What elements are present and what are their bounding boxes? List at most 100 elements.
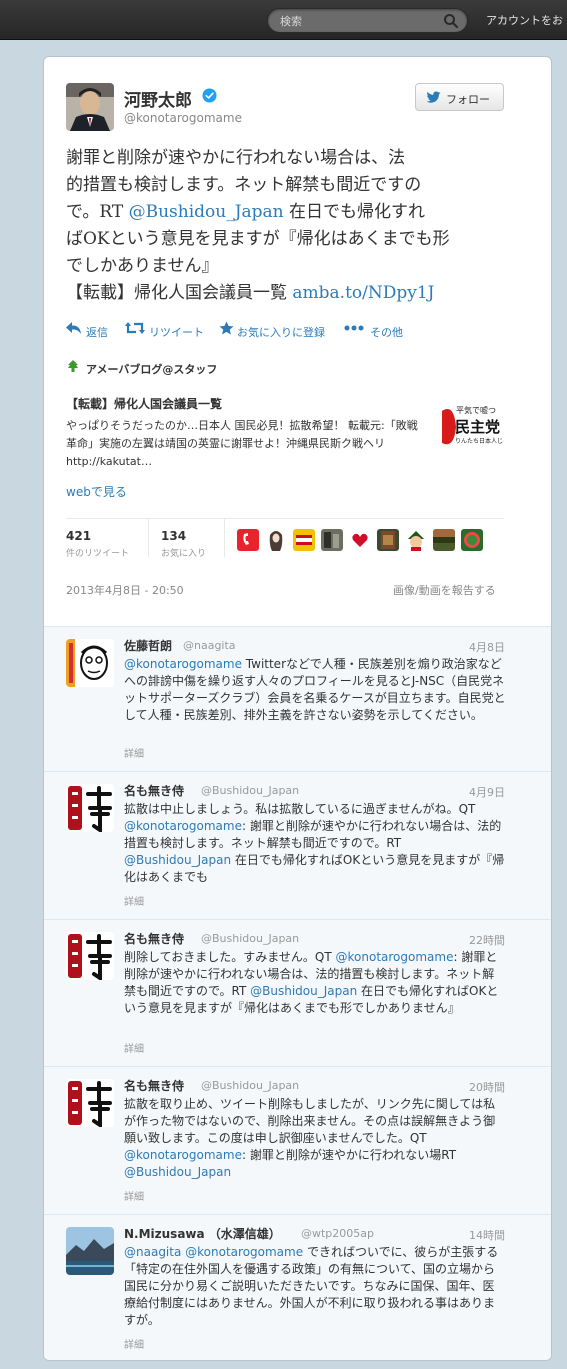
favoriter-avatar[interactable] [349,529,371,551]
reply-details-link[interactable]: 詳細 [124,745,144,760]
reply-timestamp[interactable]: 14時間 [469,1227,505,1243]
reply-label: 返信 [86,326,108,339]
retweet-action[interactable]: リツイート [125,321,215,339]
favoriter-avatar[interactable] [377,529,399,551]
reply-text-segment: 削除しておきました。すみません。QT [124,950,336,964]
star-icon [219,321,234,335]
mention-link[interactable]: @Bushidou_Japan [124,1165,231,1179]
reply-author-name[interactable]: N.Mizusawa （水澤信雄） [124,1225,281,1242]
reply-text: @naagita @konotarogomame できればついでに、彼らが主張す… [124,1244,506,1329]
author-avatar[interactable] [66,83,114,131]
follow-button-label: フォロー [446,93,490,106]
reply-details-link[interactable]: 詳細 [124,1040,144,1055]
reply-author-handle[interactable]: @wtp2005ap [301,1227,374,1240]
reply-item[interactable]: 名も無き侍 @Bushidou_Japan 22時間 削除しておきました。すみま… [44,920,551,1067]
author-name[interactable]: 河野太郎 [124,86,192,111]
tweet-text-line: ばOKという意見を見ますが『帰化はあくまでも形 [66,229,450,249]
tweet-text-segment: 在日でも帰化すれ [283,202,426,222]
svg-text:平気で嘘つ: 平気で嘘つ [456,405,496,415]
reply-text: 削除しておきました。すみません。QT @konotarogomame: 謝罪と削… [124,949,506,1017]
reply-action[interactable]: 返信 [66,321,121,339]
reply-text-segment: : 謝罪と削除が速やかに行われない場RT [241,1148,457,1162]
reply-author-handle[interactable]: @Bushidou_Japan [201,784,299,797]
reply-item[interactable]: N.Mizusawa （水澤信雄） @wtp2005ap 14時間 @naagi… [44,1215,551,1360]
mention-link[interactable]: @konotarogomame [124,1148,242,1162]
favoriter-avatar[interactable] [461,529,483,551]
reply-details-link[interactable]: 詳細 [124,1188,144,1203]
reply-author-handle[interactable]: @naagita [183,639,236,652]
account-link[interactable]: アカウントをお [486,12,563,28]
mention-link[interactable]: @Bushidou_Japan [129,202,284,222]
tweet-text: 謝罪と削除が速やかに行われない場合は、法 的措置も検討します。ネット解禁も間近で… [66,145,536,307]
favorite-action[interactable]: お気に入りに登録 [219,321,337,339]
favoriter-avatar[interactable] [321,529,343,551]
author-handle[interactable]: @konotarogomame [124,111,242,125]
mention-link[interactable]: @konotarogomame [124,819,242,833]
reply-author-name[interactable]: 名も無き侍 [124,782,184,799]
mention-link[interactable]: @konotarogomame [336,950,454,964]
retweet-count: 421 [66,529,92,543]
mention-link[interactable]: @Bushidou_Japan [124,853,231,867]
more-action[interactable]: その他 [344,321,408,339]
favoriter-avatar[interactable] [405,529,427,551]
favoriter-avatar[interactable] [237,529,259,551]
reply-avatar[interactable] [66,639,114,687]
favorite-count: 134 [161,529,187,543]
reply-item[interactable]: 名も無き侍 @Bushidou_Japan 4月9日 拡散は中止しましょう。私は… [44,772,551,920]
view-on-web-link[interactable]: webで見る [66,483,127,500]
reply-author-name[interactable]: 名も無き侍 [124,930,184,947]
reply-timestamp[interactable]: 20時間 [469,1079,505,1095]
more-label: その他 [370,326,403,339]
favoriter-avatar[interactable] [265,529,287,551]
search-input[interactable] [280,12,440,30]
mention-link[interactable]: @konotarogomame [185,1245,303,1259]
url-link[interactable]: amba.to/NDpy1J [292,283,434,303]
favoriter-avatar[interactable] [293,529,315,551]
reply-author-handle[interactable]: @Bushidou_Japan [201,932,299,945]
reply-author-handle[interactable]: @Bushidou_Japan [201,1079,299,1092]
favorite-stat[interactable]: 134 お気に入り [161,529,206,559]
tweet-text-line: 【転載】帰化人国会議員一覧 amba.to/NDpy1J [66,280,536,307]
card-title[interactable]: 【転載】帰化人国会議員一覧 [66,395,222,412]
reply-details-link[interactable]: 詳細 [124,893,144,908]
mention-link[interactable]: @konotarogomame [124,657,242,671]
tweet-timestamp[interactable]: 2013年4月8日 - 20:50 [66,582,184,598]
card-thumbnail[interactable]: 平気で嘘つ 民主党 りんたち日本人じゃない [442,397,504,457]
retweet-stat[interactable]: 421 件のリツイート [66,529,129,559]
favorite-label: お気に入りに登録 [237,326,325,339]
reply-author-name[interactable]: 名も無き侍 [124,1077,184,1094]
ameba-logo-icon [68,360,78,372]
reply-text: 拡散は中止しましょう。私は拡散しているに過ぎませんがね。QT @konotaro… [124,801,506,886]
divider [224,519,225,557]
tweet-text-line: でしかありません』 [66,256,219,276]
reply-avatar[interactable] [66,932,114,980]
search-box[interactable] [267,8,468,33]
retweet-label: リツイート [149,326,204,339]
reply-item[interactable]: 佐藤哲朗 @naagita 4月8日 @konotarogomame Twitt… [44,627,551,772]
twitter-bird-icon [426,91,441,103]
verified-badge-icon [202,88,217,103]
reply-timestamp[interactable]: 4月8日 [469,639,505,655]
reply-item[interactable]: 名も無き侍 @Bushidou_Japan 20時間 拡散を取り止め、ツイート削… [44,1067,551,1215]
svg-text:りんたち日本人じゃない: りんたち日本人じゃない [455,437,504,445]
search-icon[interactable] [443,13,459,29]
report-media-link[interactable]: 画像/動画を報告する [393,582,496,598]
mention-link[interactable]: @naagita [124,1245,181,1259]
reply-icon [66,322,81,334]
card-source-label: アメーバブログ@スタッフ [86,363,218,376]
follow-button[interactable]: フォロー [415,83,504,111]
reply-avatar[interactable] [66,784,114,832]
more-dots-icon [344,325,364,331]
reply-avatar[interactable] [66,1079,114,1127]
reply-timestamp[interactable]: 22時間 [469,932,505,948]
tweet-text-line: 謝罪と削除が速やかに行われない場合は、法 [66,148,406,168]
reply-details-link[interactable]: 詳細 [124,1336,144,1351]
reply-timestamp[interactable]: 4月9日 [469,784,505,800]
mention-link[interactable]: @Bushidou_Japan [250,984,357,998]
favoriter-avatar[interactable] [433,529,455,551]
reply-author-name[interactable]: 佐藤哲朗 [124,637,172,654]
svg-text:民主党: 民主党 [455,418,500,436]
tweet-permalink-card: 河野太郎 @konotarogomame フォロー 謝罪と削除が速やかに行われな… [43,56,552,1361]
reply-avatar[interactable] [66,1227,114,1275]
tweet-text-segment: 【転載】帰化人国会議員一覧 [66,283,293,303]
